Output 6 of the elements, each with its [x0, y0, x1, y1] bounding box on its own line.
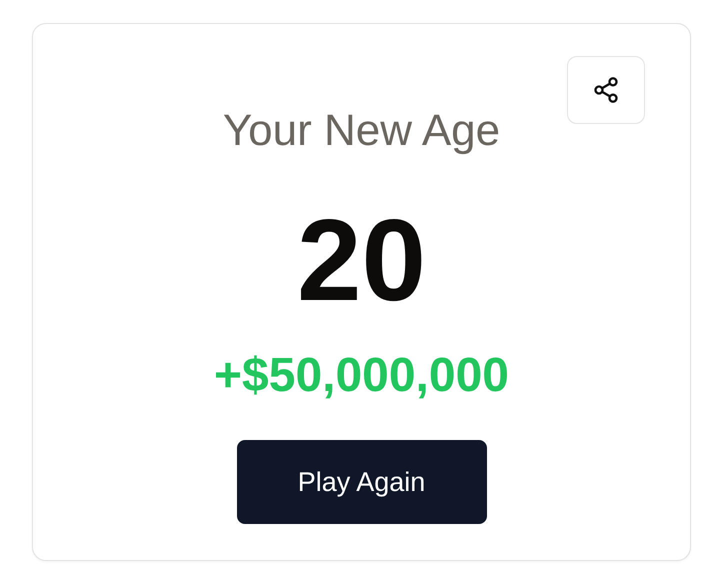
reward-amount: +$50,000,000	[214, 348, 509, 404]
share-button[interactable]	[567, 56, 645, 124]
share-icon	[592, 75, 620, 105]
result-title: Your New Age	[222, 106, 500, 156]
play-again-button[interactable]: Play Again	[236, 440, 486, 524]
age-value: 20	[296, 200, 426, 320]
